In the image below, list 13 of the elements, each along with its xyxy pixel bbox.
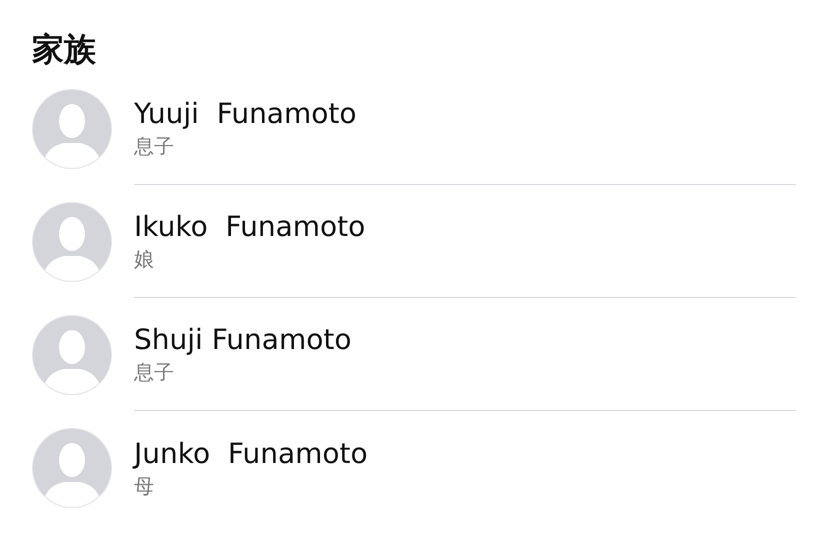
avatar-icon [32, 314, 112, 394]
contact-name: Yuuji Funamoto [134, 96, 358, 132]
contact-name: Shuji Funamoto [134, 322, 352, 358]
avatar-icon [32, 428, 112, 508]
contact-name: Junko Funamoto [134, 436, 369, 472]
avatar-icon [32, 202, 112, 282]
contact-relation: 母 [134, 472, 155, 500]
contact-relation: 息子 [134, 133, 175, 160]
section-title: 家族 [32, 29, 97, 70]
contact-relation: 娘 [134, 246, 155, 273]
contact-name: Ikuko Funamoto [134, 209, 366, 245]
avatar-icon [32, 88, 112, 168]
contact-relation: 息子 [134, 359, 175, 386]
